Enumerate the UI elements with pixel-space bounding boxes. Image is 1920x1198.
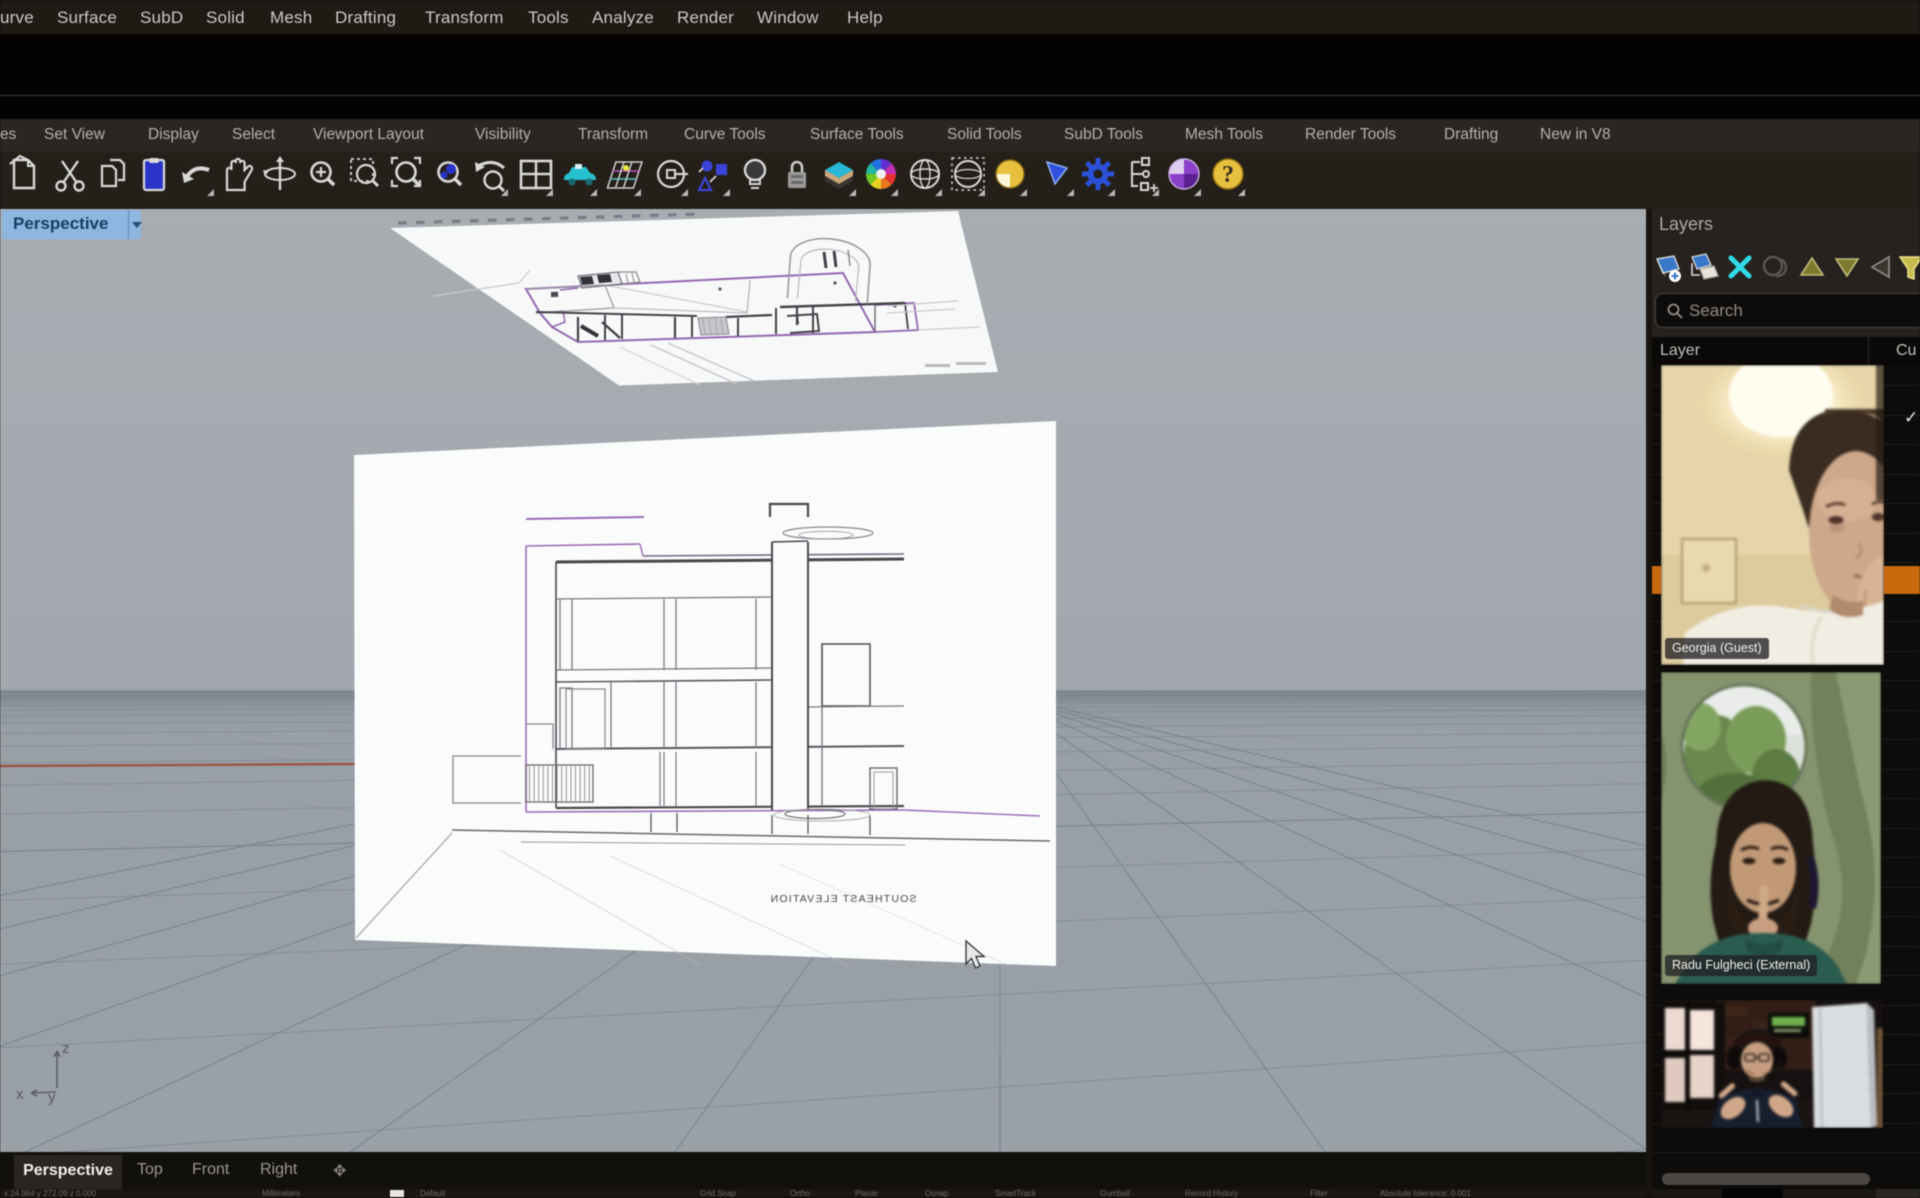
svg-text:?: ? (1222, 162, 1234, 188)
svg-text:z: z (62, 1040, 70, 1057)
svg-text:x: x (16, 1086, 24, 1103)
svg-text:SOUTHEAST ELEVATION: SOUTHEAST ELEVATION (769, 893, 916, 905)
svg-text:y: y (48, 1089, 56, 1106)
